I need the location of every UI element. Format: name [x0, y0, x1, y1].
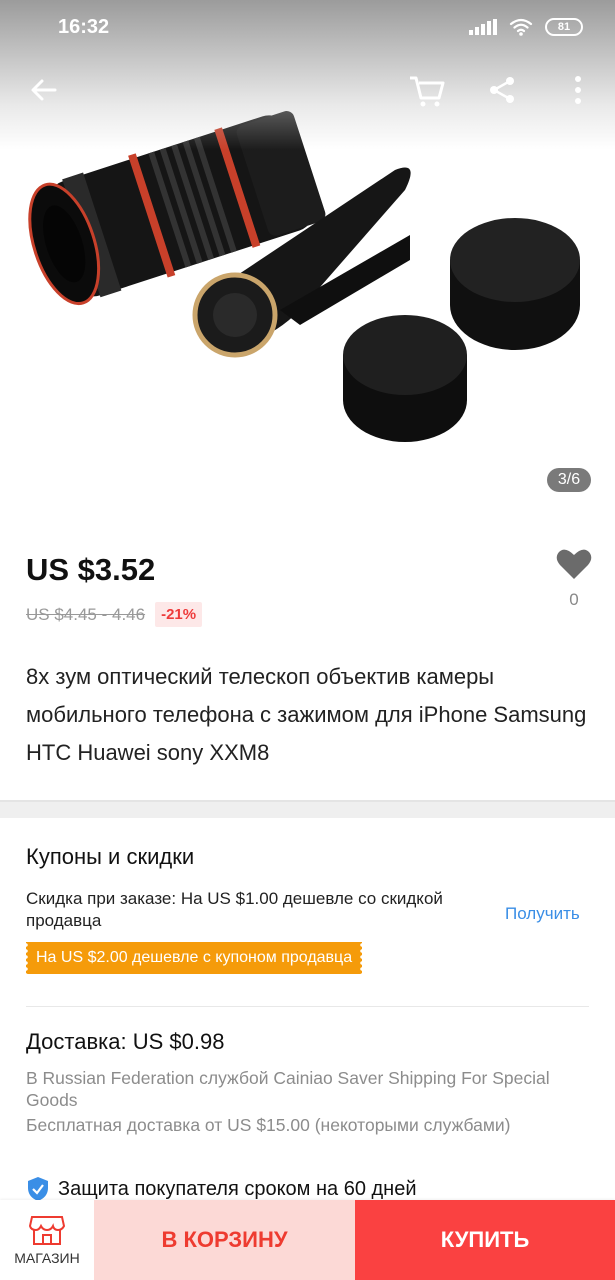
- share-icon[interactable]: [482, 70, 522, 110]
- wishlist-count: 0: [569, 590, 579, 609]
- heart-icon: [556, 549, 592, 579]
- coupons-title: Купоны и скидки: [26, 844, 195, 869]
- discount-badge: -21%: [155, 602, 203, 627]
- wishlist-button[interactable]: 0: [552, 548, 596, 610]
- shield-icon: [28, 1177, 48, 1201]
- seller-coupon-tag[interactable]: На US $2.00 дешевле с купоном продавца: [23, 942, 365, 974]
- section-divider: [0, 800, 615, 818]
- buy-now-button[interactable]: КУПИТЬ: [355, 1200, 615, 1280]
- coupons-section[interactable]: Купоны и скидки Скидка при заказе: На US…: [0, 818, 615, 1008]
- store-button[interactable]: МАГАЗИН: [0, 1200, 94, 1280]
- shipping-section[interactable]: Доставка: US $0.98 В Russian Federation …: [0, 1007, 615, 1157]
- shipping-method: В Russian Federation службой Cainiao Sav…: [26, 1068, 550, 1110]
- product-gallery[interactable]: 3/6: [0, 0, 615, 522]
- price-section: US $3.52 US $4.45 - 4.46 -21% 0 8x зум о…: [0, 522, 615, 802]
- bottom-action-bar: МАГАЗИН В КОРЗИНУ КУПИТЬ: [0, 1200, 615, 1280]
- buyer-protection-text: Защита покупателя сроком на 60 дней: [58, 1177, 417, 1200]
- shipping-title: Доставка: US $0.98: [26, 1029, 225, 1054]
- cart-icon[interactable]: [406, 70, 446, 110]
- store-icon: [29, 1216, 65, 1245]
- gallery-page-indicator: 3/6: [547, 468, 591, 492]
- gallery-toolbar: [0, 70, 615, 120]
- wifi-icon: [509, 18, 533, 36]
- battery-icon: 81: [545, 18, 583, 36]
- buyer-protection[interactable]: Защита покупателя сроком на 60 дней: [26, 1176, 417, 1202]
- status-bar: 16:32 81: [0, 0, 615, 54]
- status-time: 16:32: [58, 15, 110, 38]
- signal-icon: [469, 19, 497, 35]
- old-price-row: US $4.45 - 4.46 -21%: [26, 602, 203, 627]
- add-to-cart-button[interactable]: В КОРЗИНУ: [94, 1200, 355, 1280]
- back-arrow-icon[interactable]: [24, 70, 64, 110]
- more-vertical-icon[interactable]: [558, 70, 598, 110]
- current-price: US $3.52: [26, 552, 156, 587]
- free-shipping-note: Бесплатная доставка от US $15.00 (некото…: [26, 1115, 511, 1135]
- store-label: МАГАЗИН: [14, 1250, 80, 1266]
- order-discount-text: Скидка при заказе: На US $1.00 дешевле с…: [26, 889, 443, 930]
- status-indicators: 81: [469, 18, 583, 36]
- product-title: 8x зум оптический телескоп объектив каме…: [26, 664, 587, 765]
- get-coupon-link[interactable]: Получить: [505, 904, 580, 924]
- old-price: US $4.45 - 4.46: [26, 604, 146, 624]
